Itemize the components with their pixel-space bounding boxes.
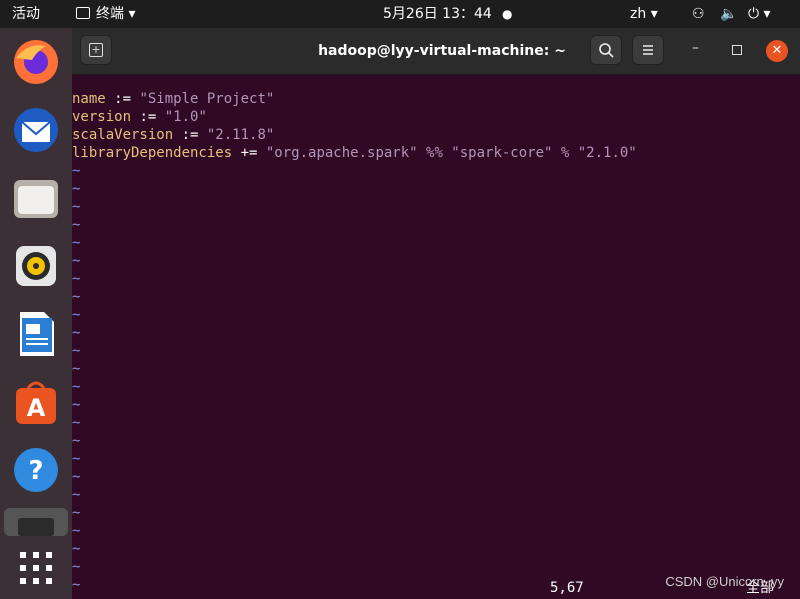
empty-line-marker: ~: [72, 379, 81, 395]
maximize-button[interactable]: [732, 45, 742, 55]
empty-line-marker: ~: [72, 469, 81, 485]
help-icon[interactable]: ?: [12, 446, 60, 494]
libreoffice-writer-icon[interactable]: [12, 310, 60, 358]
search-button[interactable]: [590, 35, 622, 65]
empty-line-marker: ~: [72, 163, 81, 179]
firefox-icon[interactable]: [12, 38, 60, 86]
empty-line-marker: ~: [72, 199, 81, 215]
thunderbird-icon[interactable]: [12, 106, 60, 154]
empty-line-marker: ~: [72, 253, 81, 269]
input-method-indicator[interactable]: zh ▾: [630, 0, 658, 28]
empty-line-marker: ~: [72, 451, 81, 467]
empty-line-marker: ~: [72, 343, 81, 359]
power-icon[interactable]: ⏻ ▾: [748, 0, 771, 28]
empty-line-marker: ~: [72, 433, 81, 449]
svg-text:?: ?: [28, 456, 43, 486]
empty-line-marker: ~: [72, 505, 81, 521]
notification-dot-icon: ●: [502, 7, 513, 21]
minimize-button[interactable]: –: [692, 40, 699, 56]
editor-buffer[interactable]: name := "Simple Project" version := "1.0…: [72, 90, 800, 593]
watermark: CSDN @Unicorn_yy: [665, 574, 784, 589]
title-bar[interactable]: + hadoop@lyy-virtual-machine: ~ – ✕: [72, 28, 800, 75]
code-line: libraryDependencies += "org.apache.spark…: [72, 145, 637, 161]
empty-line-marker: ~: [72, 541, 81, 557]
new-tab-icon: +: [89, 43, 103, 57]
app-menu[interactable]: 终端 ▾: [76, 0, 135, 28]
empty-lines: ~ ~ ~ ~ ~ ~ ~ ~ ~ ~ ~ ~ ~ ~ ~ ~ ~ ~ ~ ~ …: [72, 162, 800, 594]
software-icon[interactable]: A: [12, 378, 60, 426]
clock[interactable]: 5月26日 13：44: [383, 0, 492, 28]
chevron-down-icon: ▾: [650, 6, 658, 22]
code-line: scalaVersion := "2.11.8": [72, 127, 275, 143]
empty-line-marker: ~: [72, 361, 81, 377]
empty-line-marker: ~: [72, 415, 81, 431]
empty-line-marker: ~: [72, 487, 81, 503]
window-title: hadoop@lyy-virtual-machine: ~: [318, 43, 566, 59]
empty-line-marker: ~: [72, 289, 81, 305]
terminal-small-icon: [76, 7, 90, 19]
empty-line-marker: ~: [72, 271, 81, 287]
terminal-icon[interactable]: [4, 508, 68, 536]
top-bar: 活动 终端 ▾ 5月26日 13：44 ● zh ▾ ⚇ 🔈 ⏻ ▾: [0, 0, 800, 28]
terminal-window[interactable]: + hadoop@lyy-virtual-machine: ~ – ✕ name…: [72, 28, 800, 599]
code-line: name := "Simple Project": [72, 91, 275, 107]
empty-line-marker: ~: [72, 217, 81, 233]
search-icon: [599, 43, 614, 58]
hamburger-icon: [643, 45, 653, 55]
svg-text:A: A: [27, 394, 46, 422]
activities-button[interactable]: 活动: [12, 0, 40, 28]
rhythmbox-icon[interactable]: [12, 242, 60, 290]
empty-line-marker: ~: [72, 523, 81, 539]
empty-line-marker: ~: [72, 181, 81, 197]
network-icon[interactable]: ⚇: [692, 0, 705, 28]
show-apps-icon[interactable]: [12, 546, 60, 594]
empty-line-marker: ~: [72, 235, 81, 251]
empty-line-marker: ~: [72, 307, 81, 323]
cursor-position: 5,67: [550, 580, 584, 596]
empty-line-marker: ~: [72, 397, 81, 413]
menu-button[interactable]: [632, 35, 664, 65]
volume-icon[interactable]: 🔈: [720, 0, 737, 28]
close-button[interactable]: ✕: [766, 40, 788, 62]
chevron-down-icon: ▾: [128, 6, 136, 22]
files-icon[interactable]: [12, 174, 60, 222]
dock: A ?: [0, 28, 72, 599]
status-line: 5,67: [550, 580, 584, 596]
new-tab-button[interactable]: +: [80, 35, 112, 65]
empty-line-marker: ~: [72, 325, 81, 341]
code-line: version := "1.0": [72, 109, 207, 125]
